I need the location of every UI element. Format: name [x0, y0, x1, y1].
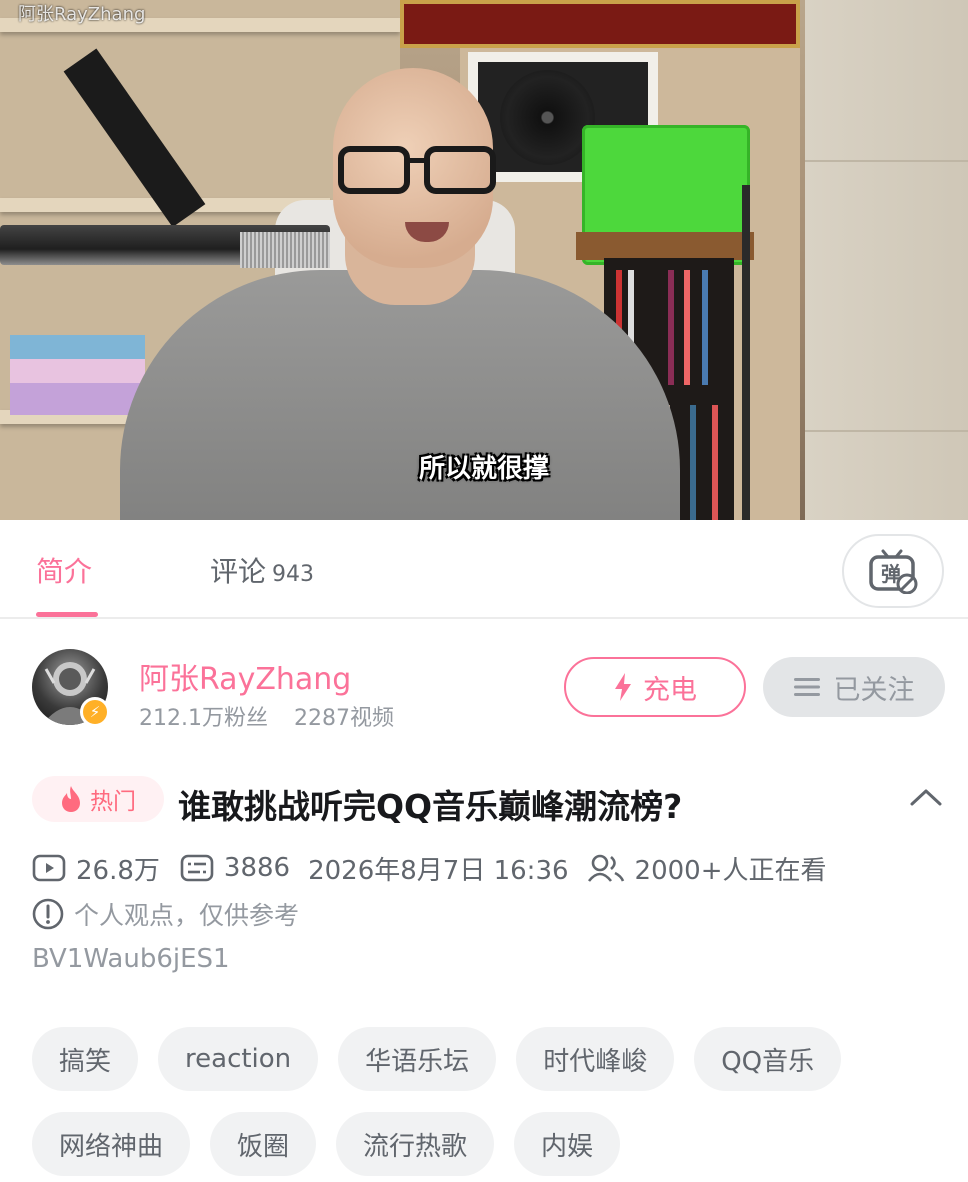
lightning-icon [615, 673, 631, 701]
charge-label: 充电 [643, 674, 697, 706]
view-count: 26.8万 [32, 850, 160, 887]
tag-chip[interactable]: 华语乐坛 [338, 1027, 497, 1091]
vinyl-record [500, 70, 595, 165]
danmaku-count-value: 3886 [223, 853, 291, 883]
chevron-up-icon[interactable] [906, 782, 946, 812]
tab-intro-label: 简介 [36, 555, 93, 588]
record-spine [702, 270, 708, 385]
uploader-name[interactable]: 阿张RayZhang [139, 654, 351, 698]
video-title: 谁敢挑战听完QQ音乐巅峰潮流榜? [178, 787, 683, 826]
tag-chip[interactable]: 内娱 [514, 1112, 621, 1176]
uploader-stats: 212.1万粉丝 2287视频 [139, 700, 394, 732]
microphone-grill [240, 232, 330, 268]
bvid-text[interactable]: BV1Waub6jES1 [32, 944, 230, 974]
tab-comments[interactable]: 评论 943 [210, 550, 314, 590]
watching-count-value: 2000+人正在看 [634, 855, 827, 886]
danmaku-off-icon: 弹 [869, 549, 918, 594]
danmaku-count: 3886 [180, 853, 290, 883]
tab-active-indicator [36, 612, 98, 617]
comments-count: 943 [272, 562, 315, 587]
play-count-icon [32, 854, 66, 882]
record-spine [668, 270, 674, 385]
tag-chip[interactable]: 时代峰峻 [516, 1027, 675, 1091]
wall-panel [805, 0, 968, 520]
tag-chip[interactable]: 网络神曲 [32, 1112, 191, 1176]
info-icon [32, 898, 64, 930]
glasses-right-lens [424, 146, 496, 194]
opinion-notice-text: 个人观点，仅供参考 [74, 901, 300, 930]
video-subtitle: 所以就很撑 [418, 454, 549, 484]
viewers-icon [587, 854, 624, 882]
wall-panel-seam [805, 430, 968, 432]
tag-chip[interactable]: 流行热歌 [336, 1112, 495, 1176]
charge-button[interactable]: 充电 [564, 657, 746, 717]
glasses-bridge [408, 158, 424, 163]
hot-badge-label: 热门 [90, 789, 136, 815]
video-meta-row: 26.8万 3886 2026年8月7日 16:36 2000+人正在看 [32, 850, 827, 886]
video-player[interactable]: 阿张RayZhang 所以就很撑 [0, 0, 968, 520]
tag-chip[interactable]: reaction [158, 1027, 319, 1091]
watching-count: 2000+人正在看 [587, 850, 827, 887]
verified-lightning-icon: ⚡ [80, 697, 110, 727]
video-watermark: 阿张RayZhang [18, 4, 146, 25]
follow-button[interactable]: 已关注 [763, 657, 945, 717]
publish-datetime: 2026年8月7日 16:36 [308, 855, 569, 886]
tag-chip[interactable]: 饭圈 [210, 1112, 317, 1176]
tab-comments-label: 评论 [210, 555, 267, 588]
tab-bar: 简介 评论 943 弹 [0, 520, 968, 619]
opinion-notice: 个人观点，仅供参考 [32, 896, 299, 932]
wall-banner [400, 0, 800, 48]
shelf-boxes [10, 335, 145, 415]
fire-icon [62, 786, 80, 812]
record-spine [684, 270, 690, 385]
follow-label: 已关注 [833, 674, 915, 706]
tab-intro[interactable]: 简介 [36, 550, 92, 590]
wall-panel-seam [805, 160, 968, 162]
glasses-left-lens [338, 146, 410, 194]
tag-chip[interactable]: 搞笑 [32, 1027, 139, 1091]
menu-icon [793, 678, 820, 696]
video-count: 2287视频 [293, 706, 394, 731]
tag-list: 搞笑 reaction 华语乐坛 时代峰峻 QQ音乐网络神曲 饭圈 流行热歌 内娱 [32, 1027, 952, 1176]
view-count-value: 26.8万 [76, 855, 160, 886]
danmaku-toggle-button[interactable]: 弹 [842, 534, 944, 608]
bag-base [576, 232, 754, 260]
danmaku-count-icon [180, 854, 214, 882]
fans-count: 212.1万粉丝 [139, 706, 268, 731]
tag-chip[interactable]: QQ音乐 [694, 1027, 842, 1091]
hot-badge[interactable]: 热门 [32, 776, 164, 822]
